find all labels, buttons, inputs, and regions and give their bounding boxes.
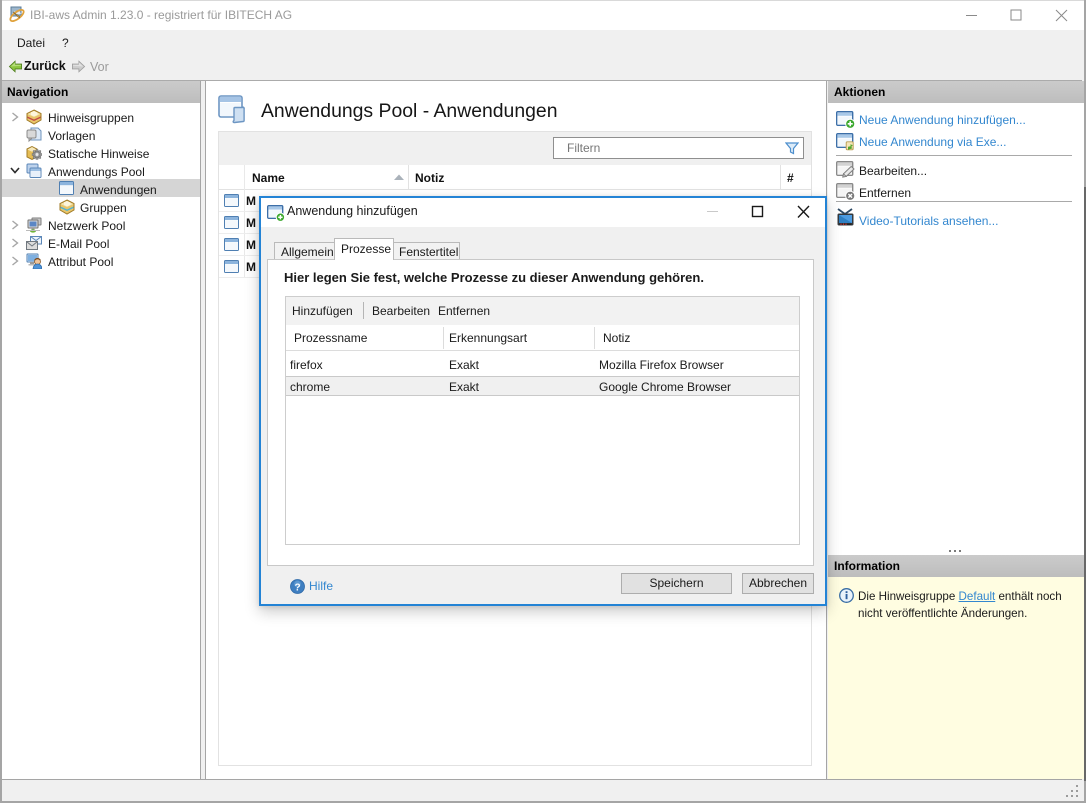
svg-text:?: ?: [294, 582, 300, 593]
